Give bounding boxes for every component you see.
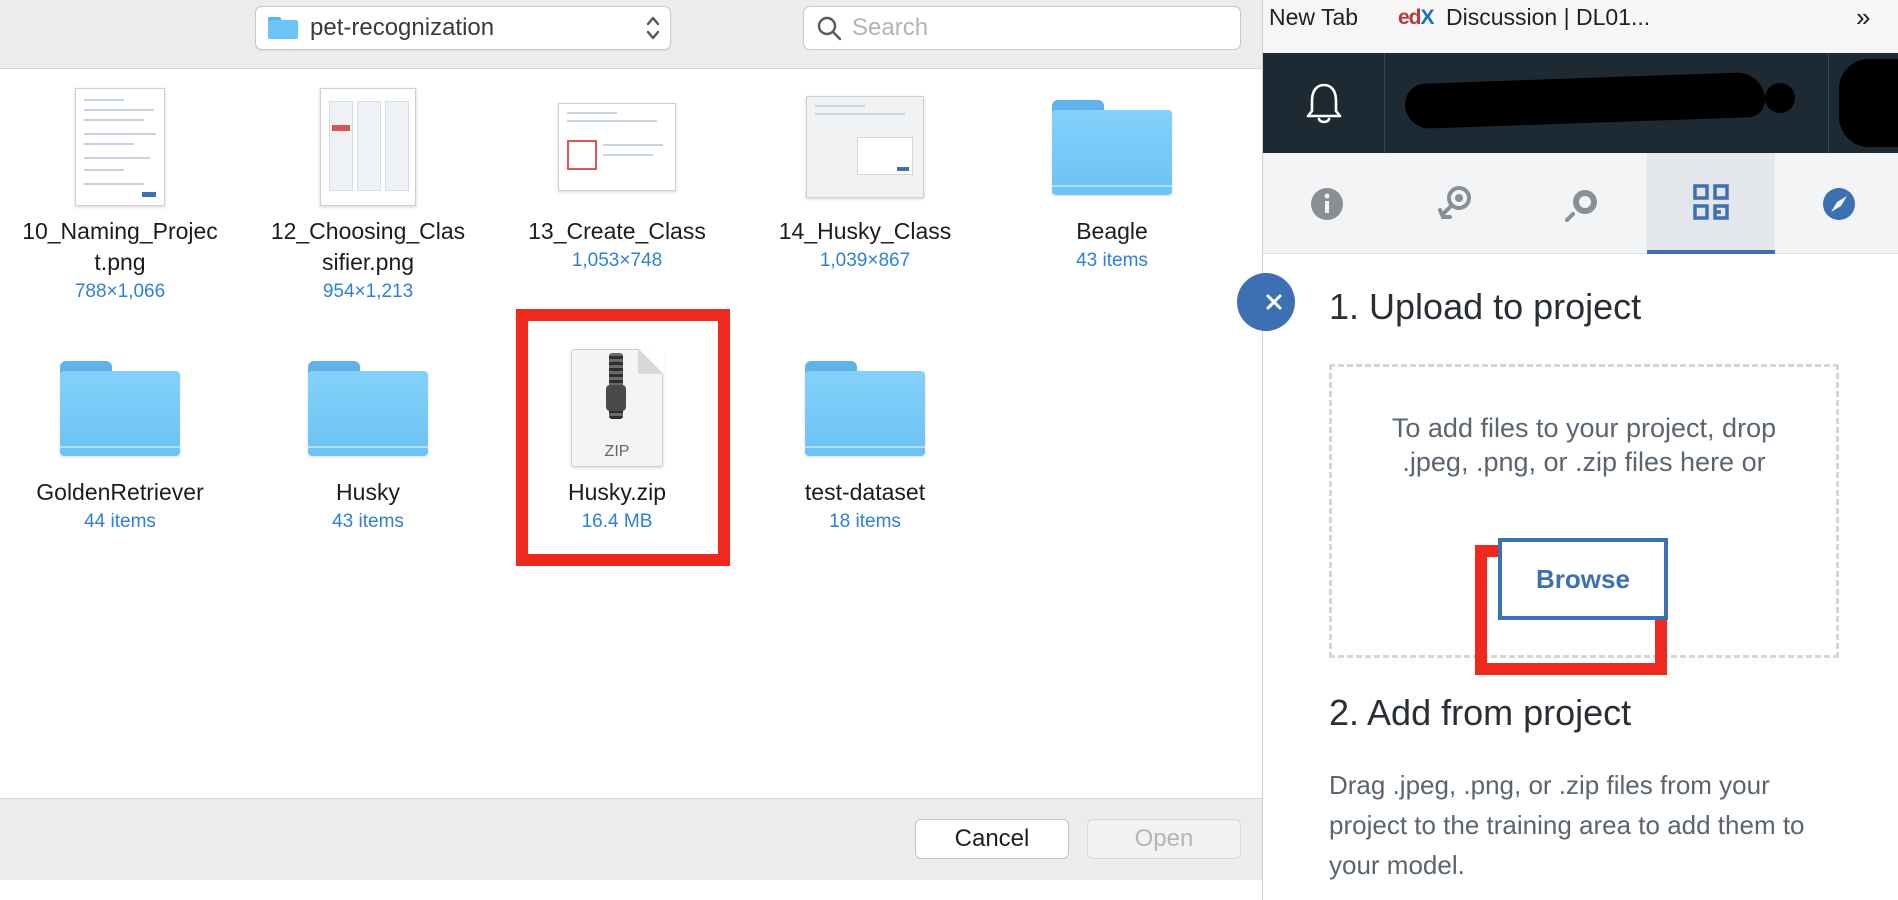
png-thumbnail-icon: [558, 103, 676, 191]
search-input[interactable]: [852, 14, 1212, 42]
screen: pet-recognization Search 10_Naming_Proje…: [0, 0, 1898, 900]
png-thumbnail-icon: [75, 88, 165, 206]
file-meta: 18 items: [829, 511, 901, 532]
file-meta: 1,053×748: [571, 250, 663, 271]
bookmarks-bar: New Tab edX Discussion | DL01... »: [1263, 0, 1898, 53]
tool-tabs: [1263, 153, 1898, 254]
data-icon: [1693, 183, 1729, 220]
tab-data[interactable]: [1647, 153, 1775, 254]
browser-window: New Tab edX Discussion | DL01... » 1. Up…: [1237, 0, 1898, 900]
dropzone-message: To add files to your project, drop .jpeg…: [1391, 413, 1777, 477]
account-switcher[interactable]: [1385, 53, 1892, 153]
close-panel-button[interactable]: [1237, 273, 1295, 331]
file-meta: 954×1,213: [322, 281, 414, 302]
highlight-annotation: [516, 309, 730, 566]
file-meta: 43 items: [332, 511, 404, 532]
file-name: GoldenRetriever: [36, 479, 204, 505]
redacted-mark: [1765, 83, 1795, 113]
tab-info[interactable]: [1263, 153, 1391, 254]
dialog-toolbar: pet-recognization: [0, 0, 1262, 69]
png-thumbnail-icon: [320, 88, 416, 206]
upload-section-title: 1. Upload to project: [1329, 286, 1642, 327]
upload-panel: 1. Upload to project To add files to you…: [1237, 255, 1898, 900]
file-name: Husky: [336, 479, 400, 505]
tab-refresh[interactable]: [1519, 153, 1647, 254]
file-name: 10_Naming_Projec t.png: [22, 218, 218, 275]
file-item[interactable]: test-dataset 18 items: [750, 349, 980, 534]
notifications-button[interactable]: [1263, 53, 1385, 153]
search-icon: [817, 16, 842, 41]
folder-name: pet-recognization: [310, 14, 495, 41]
close-icon: [1266, 294, 1282, 310]
bookmarks-overflow-icon[interactable]: »: [1856, 2, 1870, 33]
folder-location-popup[interactable]: pet-recognization: [255, 6, 671, 50]
file-name: 12_Choosing_Clas sifier.png: [270, 218, 466, 275]
tab-explore[interactable]: [1775, 153, 1898, 254]
file-name: 13_Create_Class: [528, 218, 706, 244]
add-section-description: Drag .jpeg, .png, or .zip files from you…: [1329, 770, 1805, 880]
file-meta: 43 items: [1076, 250, 1148, 271]
folder-icon: [308, 360, 428, 456]
file-open-dialog: pet-recognization Search 10_Naming_Proje…: [0, 0, 1262, 900]
file-meta: 1,039×867: [819, 250, 911, 271]
dialog-bottom-edge: [0, 880, 1262, 900]
redacted-account-name: [1404, 71, 1766, 130]
search-field[interactable]: [803, 6, 1241, 50]
file-item[interactable]: 13_Create_Class 1,053×748: [502, 88, 732, 273]
file-name: Beagle: [1076, 218, 1148, 244]
folder-icon: [60, 360, 180, 456]
file-item[interactable]: Husky 43 items: [253, 349, 483, 534]
folder-icon: [268, 17, 298, 39]
add-section-title: 2. Add from project: [1329, 692, 1632, 733]
app-header: [1263, 53, 1898, 153]
bookmark-discussion[interactable]: Discussion | DL01...: [1446, 4, 1650, 31]
bell-icon: [1306, 83, 1341, 124]
dialog-footer: Cancel Open: [0, 798, 1262, 880]
refresh-icon: [1565, 189, 1597, 222]
cancel-button[interactable]: Cancel: [915, 819, 1069, 859]
file-item[interactable]: 14_Husky_Class 1,039×867: [750, 88, 980, 273]
file-meta: 44 items: [84, 511, 156, 532]
file-item[interactable]: 12_Choosing_Clas sifier.png 954×1,213: [253, 88, 483, 304]
file-name: 14_Husky_Class: [778, 218, 952, 244]
png-thumbnail-icon: [806, 96, 924, 198]
bookmark-new-tab[interactable]: New Tab: [1269, 4, 1358, 31]
edx-logo-icon: edX: [1398, 6, 1435, 29]
tab-model[interactable]: [1391, 153, 1519, 254]
file-meta: 788×1,066: [74, 281, 166, 302]
file-item[interactable]: Beagle 43 items: [997, 88, 1227, 273]
updown-chevron-icon: [646, 16, 660, 40]
model-icon: [1438, 185, 1471, 219]
open-button[interactable]: Open: [1087, 819, 1241, 859]
folder-icon: [1052, 99, 1172, 195]
browse-button[interactable]: Browse: [1498, 538, 1668, 620]
file-item[interactable]: 10_Naming_Projec t.png 788×1,066: [5, 88, 235, 304]
compass-icon: [1823, 187, 1855, 220]
file-name: test-dataset: [804, 479, 926, 505]
redacted-avatar[interactable]: [1839, 59, 1898, 147]
file-item[interactable]: GoldenRetriever 44 items: [5, 349, 235, 534]
folder-icon: [805, 360, 925, 456]
info-icon: [1311, 187, 1343, 220]
